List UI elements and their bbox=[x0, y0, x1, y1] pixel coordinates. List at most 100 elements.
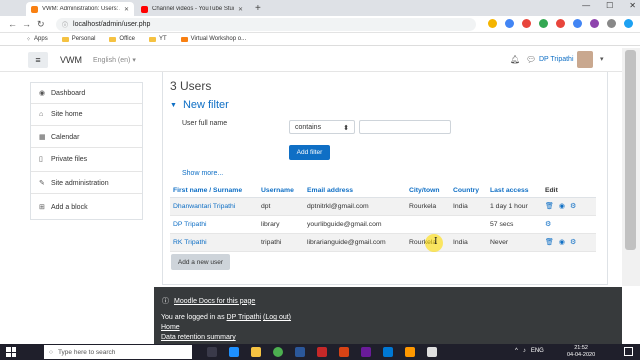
user-name-link[interactable]: RK Tripathi bbox=[170, 233, 258, 252]
gear-icon[interactable]: ⚙ bbox=[570, 202, 576, 210]
taskbar-search-box[interactable]: ○ Type here to search bbox=[44, 345, 192, 359]
gear-icon[interactable]: ⚙ bbox=[570, 238, 576, 246]
nav-dashboard[interactable]: ◉ Dashboard bbox=[39, 89, 85, 98]
extension-icon[interactable] bbox=[556, 19, 565, 28]
volume-icon[interactable]: ♪ bbox=[523, 348, 526, 354]
notifications-bell-icon[interactable]: 🔔︎ bbox=[510, 55, 520, 64]
column-header-edit: Edit bbox=[542, 184, 596, 198]
table-header-row: First name / Surname Username Email addr… bbox=[170, 184, 596, 198]
email-cell: librarianguide@gmail.com bbox=[304, 233, 406, 252]
eye-icon[interactable]: ◉ bbox=[559, 238, 565, 246]
bookmark-yt[interactable]: YT bbox=[148, 36, 167, 42]
tab-vwm-administration[interactable]: VWM: Administration: Users: Ac ✕ bbox=[26, 2, 134, 16]
language-indicator[interactable]: ENG bbox=[531, 348, 544, 354]
app-icon[interactable] bbox=[317, 347, 327, 357]
add-filter-button[interactable]: Add filter bbox=[289, 145, 330, 160]
table-row: DP Tripathi library yourlibguide@gmail.c… bbox=[170, 215, 596, 234]
user-name-link[interactable]: DP Tripathi bbox=[170, 215, 258, 234]
data-retention-link[interactable]: Data retention summary bbox=[161, 334, 236, 341]
tab-youtube-studio[interactable]: Channel videos - YouTube Studio ✕ bbox=[136, 2, 248, 16]
users-table: First name / Surname Username Email addr… bbox=[170, 184, 596, 252]
extension-icon[interactable] bbox=[505, 19, 514, 28]
extension-icon[interactable] bbox=[607, 19, 616, 28]
column-header-city[interactable]: City/town bbox=[406, 184, 450, 198]
file-explorer-icon[interactable] bbox=[251, 347, 261, 357]
extension-icon[interactable] bbox=[488, 19, 497, 28]
bookmark-personal[interactable]: Personal bbox=[61, 36, 95, 42]
column-header-username[interactable]: Username bbox=[258, 184, 304, 198]
app-icon[interactable] bbox=[405, 347, 415, 357]
column-header-country[interactable]: Country bbox=[450, 184, 487, 198]
user-name-link[interactable]: Dhanwantari Tripathi bbox=[170, 197, 258, 216]
user-fullname-label: User full name bbox=[182, 120, 228, 127]
extension-icons bbox=[488, 19, 640, 28]
new-filter-toggle[interactable]: ▼ New filter bbox=[170, 99, 229, 111]
home-icon: ⌂ bbox=[39, 111, 44, 118]
site-brand[interactable]: VWM bbox=[60, 55, 82, 65]
forward-icon[interactable]: → bbox=[22, 19, 31, 29]
reload-icon[interactable]: ↻ bbox=[37, 19, 45, 30]
chrome-icon[interactable] bbox=[273, 347, 283, 357]
system-clock[interactable]: 21:52 04-04-2020 bbox=[567, 345, 595, 359]
delete-icon[interactable]: 🗑︎ bbox=[545, 238, 554, 246]
nav-site-home[interactable]: ⌂ Site home bbox=[39, 111, 83, 118]
user-menu-name[interactable]: DP Tripathi bbox=[539, 56, 574, 63]
maximize-icon[interactable]: ☐ bbox=[606, 1, 613, 10]
extension-icon[interactable] bbox=[624, 19, 633, 28]
page-icon bbox=[180, 36, 188, 42]
eye-icon[interactable]: ◉ bbox=[559, 202, 565, 210]
footer-home-link[interactable]: Home bbox=[161, 324, 180, 331]
close-window-icon[interactable]: ✕ bbox=[629, 1, 636, 10]
nav-site-administration[interactable]: ✎ Site administration bbox=[39, 179, 109, 188]
back-icon[interactable]: ← bbox=[8, 19, 17, 29]
caret-down-icon: ▼ bbox=[170, 101, 177, 109]
new-tab-icon[interactable]: + bbox=[255, 3, 261, 14]
site-info-icon[interactable]: ⓘ bbox=[62, 20, 68, 29]
messages-icon[interactable]: 💬︎ bbox=[526, 55, 536, 64]
user-avatar[interactable] bbox=[577, 51, 593, 68]
window-controls: — ☐ ✕ bbox=[582, 1, 636, 10]
menu-toggle-button[interactable]: ≡ bbox=[28, 52, 48, 68]
tray-up-icon[interactable]: ^ bbox=[515, 348, 518, 354]
gear-icon[interactable]: ⚙ bbox=[545, 220, 551, 228]
app-icon[interactable] bbox=[339, 347, 349, 357]
info-circle-icon: ⓘ bbox=[162, 298, 169, 305]
nav-calendar[interactable]: ▦ Calendar bbox=[39, 133, 79, 142]
delete-icon[interactable]: 🗑︎ bbox=[545, 202, 554, 210]
minimize-icon[interactable]: — bbox=[582, 1, 590, 10]
close-tab-icon[interactable]: ✕ bbox=[238, 6, 243, 13]
bookmark-office[interactable]: Office bbox=[109, 36, 135, 42]
app-icon[interactable] bbox=[427, 347, 437, 357]
edge-icon[interactable] bbox=[229, 347, 239, 357]
app-icon[interactable] bbox=[295, 347, 305, 357]
bookmark-virtual-workshop[interactable]: Virtual Workshop o... bbox=[180, 36, 246, 42]
column-header-last-access[interactable]: Last access bbox=[487, 184, 542, 198]
filter-value-input[interactable] bbox=[359, 120, 451, 134]
add-block-link[interactable]: ⊞ Add a block bbox=[39, 203, 88, 212]
moodle-docs-link[interactable]: ⓘ Moodle Docs for this page bbox=[162, 296, 255, 306]
app-icon[interactable] bbox=[361, 347, 371, 357]
scrollbar-thumb[interactable] bbox=[625, 50, 636, 250]
address-bar[interactable]: ⓘ localhost/admin/user.php bbox=[56, 18, 476, 31]
bookmark-apps[interactable]: ⁘ Apps bbox=[26, 36, 48, 43]
show-more-link[interactable]: Show more... bbox=[182, 170, 223, 177]
task-view-icon[interactable] bbox=[207, 347, 217, 357]
extension-icon[interactable] bbox=[539, 19, 548, 28]
action-center-icon[interactable] bbox=[624, 347, 633, 356]
logged-user-link[interactable]: DP Tripathi bbox=[227, 314, 262, 321]
extension-icon[interactable] bbox=[573, 19, 582, 28]
language-menu[interactable]: English (en) ▾ bbox=[93, 56, 136, 64]
hamburger-icon: ≡ bbox=[35, 55, 41, 65]
user-menu-caret-icon[interactable]: ▾ bbox=[600, 55, 604, 63]
extension-icon[interactable] bbox=[522, 19, 531, 28]
windows-start-icon[interactable] bbox=[6, 347, 16, 357]
app-icon[interactable] bbox=[383, 347, 393, 357]
column-header-name[interactable]: First name / Surname bbox=[170, 184, 258, 198]
filter-operator-select[interactable]: contains ⬍ bbox=[289, 120, 355, 134]
extension-icon[interactable] bbox=[590, 19, 599, 28]
logout-link[interactable]: (Log out) bbox=[263, 314, 291, 321]
add-new-user-button[interactable]: Add a new user bbox=[171, 254, 230, 270]
close-tab-icon[interactable]: ✕ bbox=[124, 6, 129, 13]
column-header-email[interactable]: Email address bbox=[304, 184, 406, 198]
nav-private-files[interactable]: ▯ Private files bbox=[39, 155, 87, 164]
